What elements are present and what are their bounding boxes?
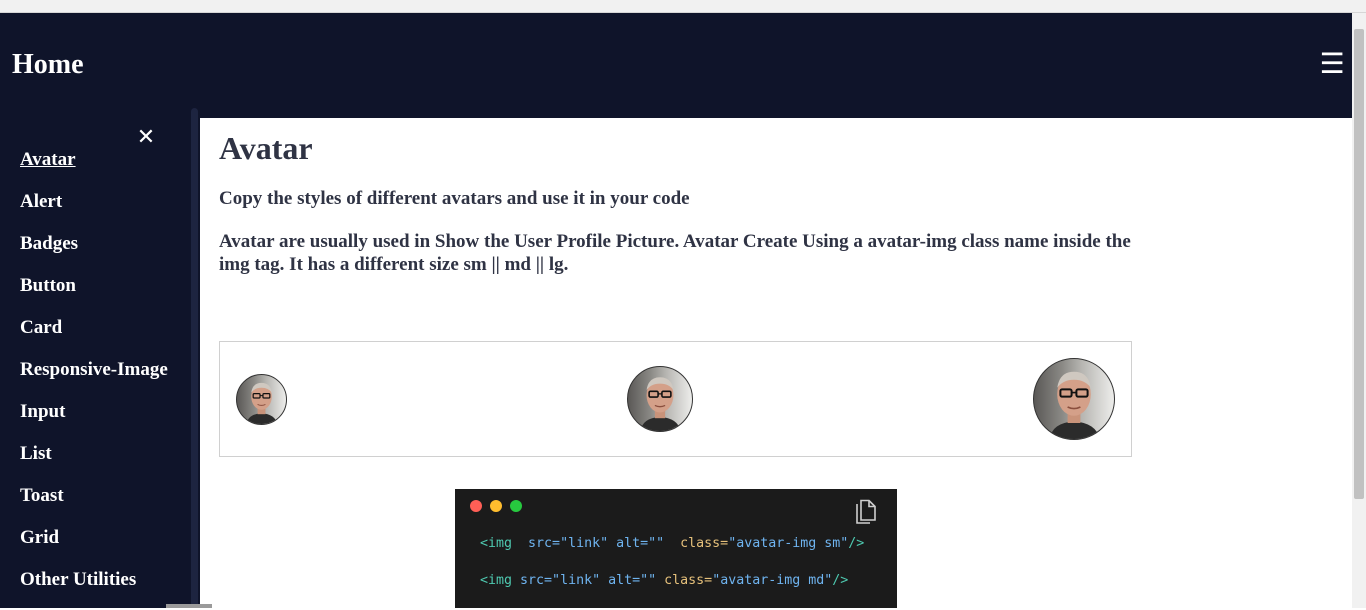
- code-tag: <img: [480, 573, 513, 588]
- window-dot-red: [470, 500, 482, 512]
- sidebar-item-label: Alert: [20, 191, 63, 212]
- sidebar-item-badges[interactable]: Badges: [20, 232, 168, 274]
- code-line-md: <img src="link" alt="" class="avatar-img…: [480, 573, 848, 588]
- avatar-photo-icon: [640, 377, 681, 431]
- sidebar-item-card[interactable]: Card: [20, 316, 168, 358]
- window-dot-yellow: [490, 500, 502, 512]
- horizontal-scrollbar-thumb[interactable]: [166, 604, 212, 608]
- brand-home-link[interactable]: Home: [12, 49, 84, 81]
- page-title: Avatar: [219, 130, 313, 166]
- sidebar-item-toast[interactable]: Toast: [20, 484, 168, 526]
- sidebar-item-label: List: [20, 443, 52, 464]
- sidebar-item-other-utilities[interactable]: Other Utilities: [20, 568, 168, 610]
- sidebar: ✕ Avatar Alert Badges Button Card Respon…: [0, 118, 190, 608]
- code-line-sm: <img src="link" alt="" class="avatar-img…: [480, 536, 864, 551]
- sidebar-item-grid[interactable]: Grid: [20, 526, 168, 568]
- sidebar-item-list[interactable]: List: [20, 442, 168, 484]
- sidebar-item-label: Input: [20, 401, 66, 422]
- page-scrollbar[interactable]: [1352, 13, 1366, 608]
- close-sidebar-icon[interactable]: ✕: [136, 126, 156, 150]
- sidebar-item-label: Badges: [20, 233, 79, 254]
- sidebar-item-input[interactable]: Input: [20, 400, 168, 442]
- window-dot-green: [510, 500, 522, 512]
- sidebar-item-label: Button: [20, 275, 76, 296]
- page-description: Avatar are usually used in Show the User…: [219, 231, 1131, 275]
- sidebar-item-responsive-image[interactable]: Responsive-Image: [20, 358, 168, 400]
- sidebar-scrollbar[interactable]: [190, 108, 200, 608]
- top-navbar: Home ☰: [0, 13, 1352, 118]
- sidebar-item-avatar[interactable]: Avatar: [20, 148, 168, 190]
- sidebar-item-alert[interactable]: Alert: [20, 190, 168, 232]
- sidebar-nav: Avatar Alert Badges Button Card Responsi…: [20, 148, 168, 610]
- code-class-attr: class=: [664, 573, 713, 588]
- sidebar-item-label: Responsive-Image: [20, 359, 168, 380]
- main-content: Avatar Copy the styles of different avat…: [200, 118, 1352, 608]
- sidebar-item-label: Other Utilities: [20, 569, 137, 590]
- avatar-photo-icon: [1050, 371, 1100, 439]
- page-scrollbar-thumb[interactable]: [1354, 29, 1364, 499]
- sidebar-item-button[interactable]: Button: [20, 274, 168, 316]
- avatar-preview-box: [219, 341, 1132, 457]
- code-tag: <img: [480, 536, 513, 551]
- sidebar-item-label: Avatar: [20, 149, 76, 170]
- code-tag-close: />: [848, 536, 865, 551]
- browser-top-strip: [0, 0, 1366, 13]
- code-snippet-block: <img src="link" alt="" class="avatar-img…: [455, 489, 897, 608]
- sidebar-item-label: Toast: [20, 485, 64, 506]
- code-tag-close: />: [832, 573, 849, 588]
- code-attrs: src="link" alt="": [512, 573, 665, 588]
- code-class-attr: class=: [680, 536, 729, 551]
- code-class-value: "avatar-img md": [712, 573, 833, 588]
- code-attrs: src="link" alt="": [512, 536, 681, 551]
- page-subtitle: Copy the styles of different avatars and…: [219, 188, 690, 209]
- sidebar-scrollbar-thumb[interactable]: [191, 108, 198, 608]
- avatar-sm: [236, 374, 287, 425]
- hamburger-menu-icon[interactable]: ☰: [1312, 49, 1352, 79]
- copy-icon[interactable]: [855, 499, 877, 525]
- avatar-photo-icon: [246, 382, 278, 424]
- avatar-lg: [1033, 358, 1115, 440]
- code-class-value: "avatar-img sm": [728, 536, 849, 551]
- avatar-md: [627, 366, 693, 432]
- sidebar-item-label: Grid: [20, 527, 60, 548]
- sidebar-item-label: Card: [20, 317, 63, 338]
